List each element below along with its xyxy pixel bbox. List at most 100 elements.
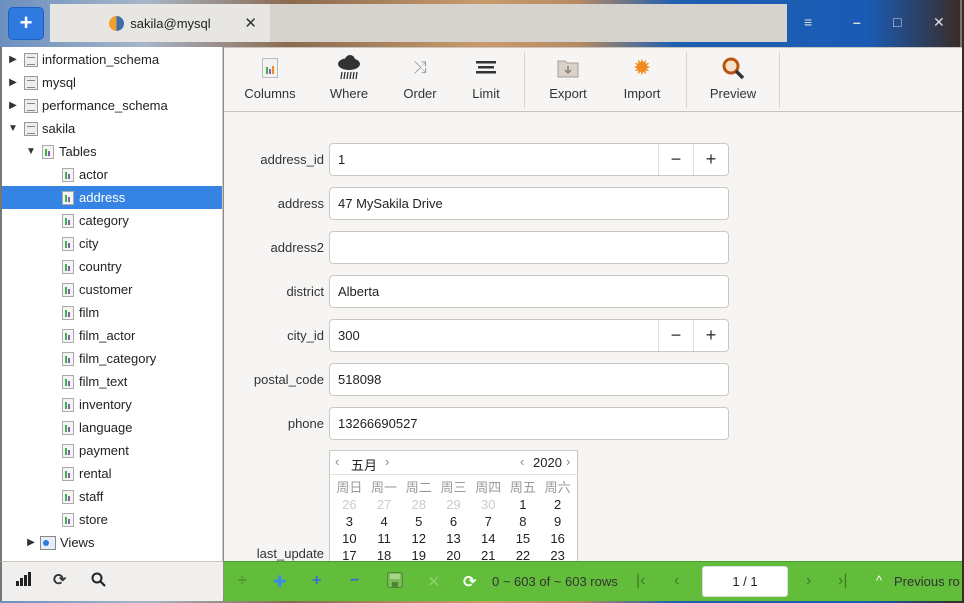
expand-arrow-icon[interactable]: ▶ [8, 100, 18, 111]
add-row-icon[interactable]: + [312, 572, 321, 590]
calendar-day[interactable]: 22 [506, 547, 541, 561]
calendar-day[interactable]: 23 [540, 547, 575, 561]
tree-db-mysql[interactable]: ▶ mysql [2, 71, 222, 94]
city-id-input[interactable]: 300 − + [329, 319, 729, 352]
calendar-day[interactable]: 4 [367, 513, 402, 530]
decrement-button[interactable]: − [658, 144, 693, 175]
expand-arrow-icon[interactable]: ▶ [8, 54, 18, 65]
tree-table-rental[interactable]: rental [2, 462, 222, 485]
calendar-day[interactable]: 20 [436, 547, 471, 561]
tree-table-actor[interactable]: actor [2, 163, 222, 186]
address2-input[interactable] [329, 231, 729, 264]
tree-table-inventory[interactable]: inventory [2, 393, 222, 416]
calendar-day[interactable]: 14 [471, 530, 506, 547]
previous-row-button[interactable]: Previous ro [894, 574, 960, 589]
where-button[interactable]: Where [318, 54, 380, 106]
tree-table-language[interactable]: language [2, 416, 222, 439]
export-button[interactable]: Export [537, 54, 599, 106]
calendar-day[interactable]: 11 [367, 530, 402, 547]
calendar-day[interactable]: 16 [540, 530, 575, 547]
maximize-button[interactable]: □ [893, 14, 901, 30]
prev-year-button[interactable]: ‹ [520, 454, 524, 469]
tree-table-film[interactable]: film [2, 301, 222, 324]
calendar-day[interactable]: 2 [540, 496, 575, 513]
next-year-button[interactable]: › [566, 454, 570, 469]
prev-page-icon[interactable]: ‹ [674, 572, 679, 590]
previous-row-icon[interactable]: ^ [876, 573, 882, 588]
district-input[interactable]: Alberta [329, 275, 729, 308]
calendar-day[interactable]: 21 [471, 547, 506, 561]
calendar-day[interactable]: 30 [471, 496, 506, 513]
calendar-day[interactable]: 6 [436, 513, 471, 530]
tree-table-film-actor[interactable]: film_actor [2, 324, 222, 347]
tree-table-staff[interactable]: staff [2, 485, 222, 508]
close-button[interactable]: ✕ [933, 14, 945, 31]
calendar-day[interactable]: 17 [332, 547, 367, 561]
discard-icon[interactable]: ✕ [427, 572, 440, 592]
address-id-input[interactable]: 1 − + [329, 143, 729, 176]
tree-table-film-text[interactable]: film_text [2, 370, 222, 393]
tree-table-category[interactable]: category [2, 209, 222, 232]
collapse-arrow-icon[interactable]: ▼ [26, 146, 36, 157]
tree-db-information-schema[interactable]: ▶ information_schema [2, 48, 222, 71]
minimize-button[interactable]: – [853, 14, 861, 30]
calendar-day[interactable]: 12 [401, 530, 436, 547]
phone-input[interactable]: 13266690527 [329, 407, 729, 440]
signal-icon[interactable] [16, 572, 32, 591]
reload-icon[interactable]: ⟳ [463, 572, 476, 592]
calendar-day[interactable]: 28 [401, 496, 436, 513]
tree-table-country[interactable]: country [2, 255, 222, 278]
refresh-icon[interactable]: ⟳ [53, 570, 66, 590]
save-icon[interactable] [387, 572, 403, 593]
calendar-day[interactable]: 13 [436, 530, 471, 547]
tree-table-customer[interactable]: customer [2, 278, 222, 301]
new-connection-button[interactable]: + [8, 7, 44, 40]
tree-table-address[interactable]: address [2, 186, 222, 209]
first-page-icon[interactable]: |‹ [636, 572, 645, 590]
calendar-day[interactable]: 18 [367, 547, 402, 561]
calendar-day[interactable]: 3 [332, 513, 367, 530]
decrement-button[interactable]: − [658, 320, 693, 351]
calendar-day[interactable]: 10 [332, 530, 367, 547]
address-input[interactable]: 47 MySakila Drive [329, 187, 729, 220]
last-page-icon[interactable]: ›| [838, 572, 847, 590]
calendar-day[interactable]: 1 [506, 496, 541, 513]
tree-table-payment[interactable]: payment [2, 439, 222, 462]
collapse-arrow-icon[interactable]: ▼ [8, 123, 18, 134]
tree-db-sakila[interactable]: ▼ sakila [2, 117, 222, 140]
calendar-day[interactable]: 29 [436, 496, 471, 513]
increment-button[interactable]: + [693, 320, 728, 351]
calendar-day[interactable]: 7 [471, 513, 506, 530]
delete-row-icon[interactable]: − [350, 572, 359, 590]
calendar-day[interactable]: 5 [401, 513, 436, 530]
calendar-day[interactable]: 15 [506, 530, 541, 547]
tree-db-performance-schema[interactable]: ▶ performance_schema [2, 94, 222, 117]
calendar-day[interactable]: 27 [367, 496, 402, 513]
import-button[interactable]: ✹ Import [611, 54, 673, 106]
calendar-day[interactable]: 19 [401, 547, 436, 561]
expand-arrow-icon[interactable]: ▶ [26, 537, 36, 548]
columns-button[interactable]: Columns [239, 54, 301, 106]
tree-folder-tables[interactable]: ▼ Tables [2, 140, 222, 163]
order-button[interactable]: ⤨ Order [389, 54, 451, 106]
page-indicator[interactable]: 1 / 1 [702, 566, 788, 597]
calendar-day[interactable]: 8 [506, 513, 541, 530]
limit-button[interactable]: Limit [455, 54, 517, 106]
menu-icon[interactable]: ≡ [804, 14, 812, 30]
increment-button[interactable]: + [693, 144, 728, 175]
tree-table-store[interactable]: store [2, 508, 222, 531]
next-page-icon[interactable]: › [806, 572, 811, 590]
postal-code-input[interactable]: 518098 [329, 363, 729, 396]
tab-sakila[interactable]: sakila@mysql ✕ [50, 4, 270, 42]
split-icon[interactable]: ÷ [238, 572, 247, 590]
prev-month-button[interactable]: ‹ [335, 454, 339, 469]
last-update-calendar[interactable]: ‹ 五月 › ‹ 2020 › 周日 周一 周二 周三 周四 周五 周六 26 27 28 29 30… [329, 450, 578, 561]
plugin-icon[interactable]: ✚ [273, 572, 286, 592]
preview-button[interactable]: Preview [702, 54, 764, 106]
next-month-button[interactable]: › [385, 454, 389, 469]
calendar-day[interactable]: 9 [540, 513, 575, 530]
expand-arrow-icon[interactable]: ▶ [8, 77, 18, 88]
tree-table-city[interactable]: city [2, 232, 222, 255]
tree-folder-views[interactable]: ▶ Views [2, 531, 222, 554]
tab-close-icon[interactable]: ✕ [244, 14, 257, 32]
